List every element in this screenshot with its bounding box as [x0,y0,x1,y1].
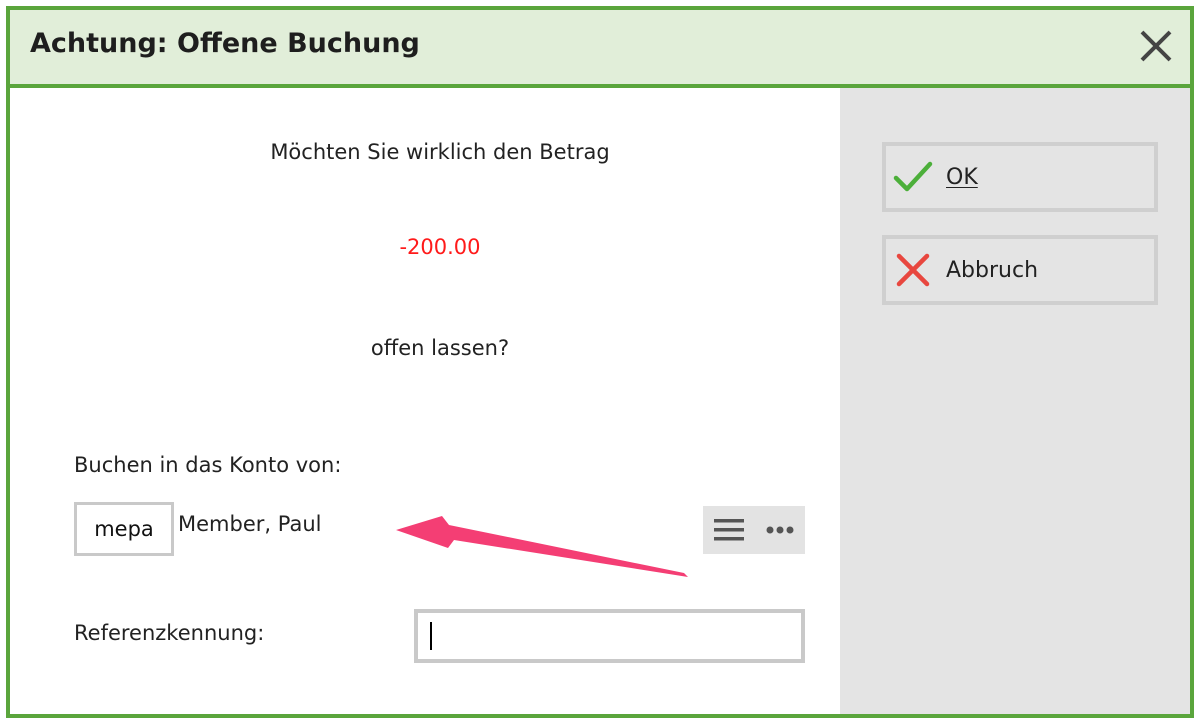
checkmark-icon [890,154,936,200]
question-line-2: offen lassen? [370,336,510,360]
account-code-field[interactable]: mepa [74,502,174,556]
account-name: Member, Paul [178,512,322,536]
close-button[interactable] [1134,24,1178,68]
close-icon[interactable] [1134,24,1178,68]
dialog-title: Achtung: Offene Buchung [30,28,420,59]
dialog-window: Achtung: Offene Buchung Möchten Sie wirk… [6,6,1194,718]
text-caret [430,622,432,650]
account-more-button[interactable] [754,506,805,554]
ok-label: OK [946,164,978,190]
account-label: Buchen in das Konto von: [74,453,342,477]
action-sidebar: OK Abbruch [840,88,1190,714]
reference-label: Referenzkennung: [74,621,265,645]
message-panel: Möchten Sie wirklich den Betrag -200.00 … [10,88,840,714]
cancel-button[interactable]: Abbruch [882,235,1158,305]
question-line-1: Möchten Sie wirklich den Betrag [270,140,610,164]
account-tools [703,506,805,554]
ok-button[interactable]: OK [882,142,1158,212]
title-bar: Achtung: Offene Buchung [10,10,1190,88]
open-amount: -200.00 [399,235,481,259]
reference-input[interactable] [414,609,805,663]
cancel-label: Abbruch [946,257,1039,283]
account-list-button[interactable] [703,506,754,554]
list-icon [713,519,744,541]
cross-icon [890,247,936,293]
more-icon [766,526,793,534]
